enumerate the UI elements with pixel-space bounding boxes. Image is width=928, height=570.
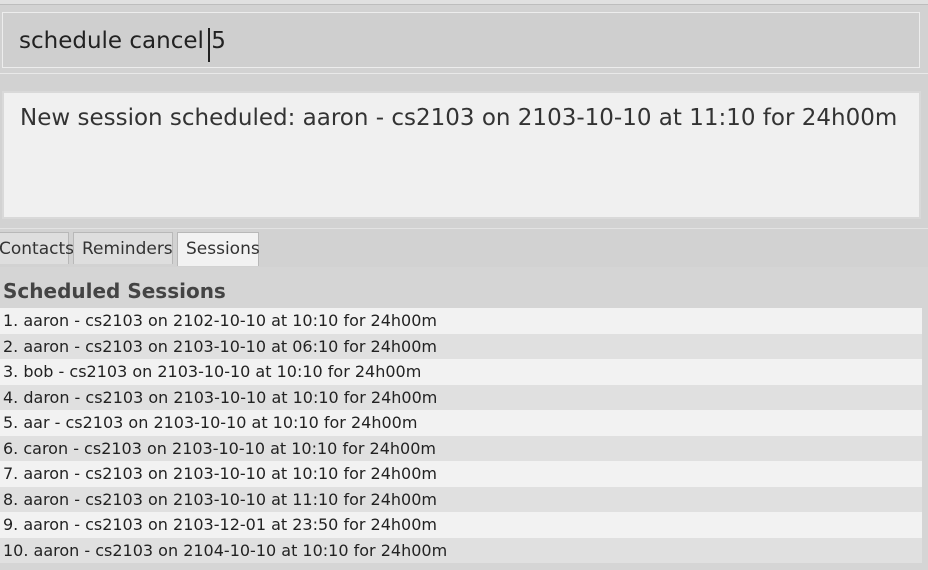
tab-reminders[interactable]: Reminders [73, 232, 173, 264]
list-item[interactable]: 4. daron - cs2103 on 2103-10-10 at 10:10… [0, 384, 922, 410]
tab-bar: Contacts Reminders Sessions [0, 228, 928, 268]
command-input[interactable] [19, 25, 899, 57]
top-divider [0, 0, 928, 5]
tab-contacts[interactable]: Contacts [0, 232, 74, 264]
panel-title: Scheduled Sessions [3, 279, 226, 303]
list-item[interactable]: 9. aaron - cs2103 on 2103-12-01 at 23:50… [0, 512, 922, 538]
text-caret [208, 28, 210, 62]
list-item[interactable]: 7. aaron - cs2103 on 2103-10-10 at 10:10… [0, 461, 922, 487]
section-divider [0, 73, 928, 86]
list-item[interactable]: 2. aaron - cs2103 on 2103-10-10 at 06:10… [0, 333, 922, 359]
session-list[interactable]: 1. aaron - cs2103 on 2102-10-10 at 10:10… [0, 308, 922, 563]
list-item[interactable]: 1. aaron - cs2103 on 2102-10-10 at 10:10… [0, 308, 922, 334]
list-item[interactable]: 10. aaron - cs2103 on 2104-10-10 at 10:1… [0, 537, 922, 563]
list-item[interactable]: 6. caron - cs2103 on 2103-10-10 at 10:10… [0, 435, 922, 461]
command-box[interactable] [2, 12, 920, 68]
list-item[interactable]: 3. bob - cs2103 on 2103-10-10 at 10:10 f… [0, 359, 922, 385]
tab-sessions[interactable]: Sessions [177, 232, 260, 266]
list-item[interactable]: 8. aaron - cs2103 on 2103-10-10 at 11:10… [0, 486, 922, 512]
result-display: New session scheduled: aaron - cs2103 on… [2, 91, 921, 219]
sessions-panel: Scheduled Sessions 1. aaron - cs2103 on … [0, 267, 928, 570]
result-message: New session scheduled: aaron - cs2103 on… [20, 105, 898, 131]
list-item[interactable]: 5. aar - cs2103 on 2103-10-10 at 10:10 f… [0, 410, 922, 436]
